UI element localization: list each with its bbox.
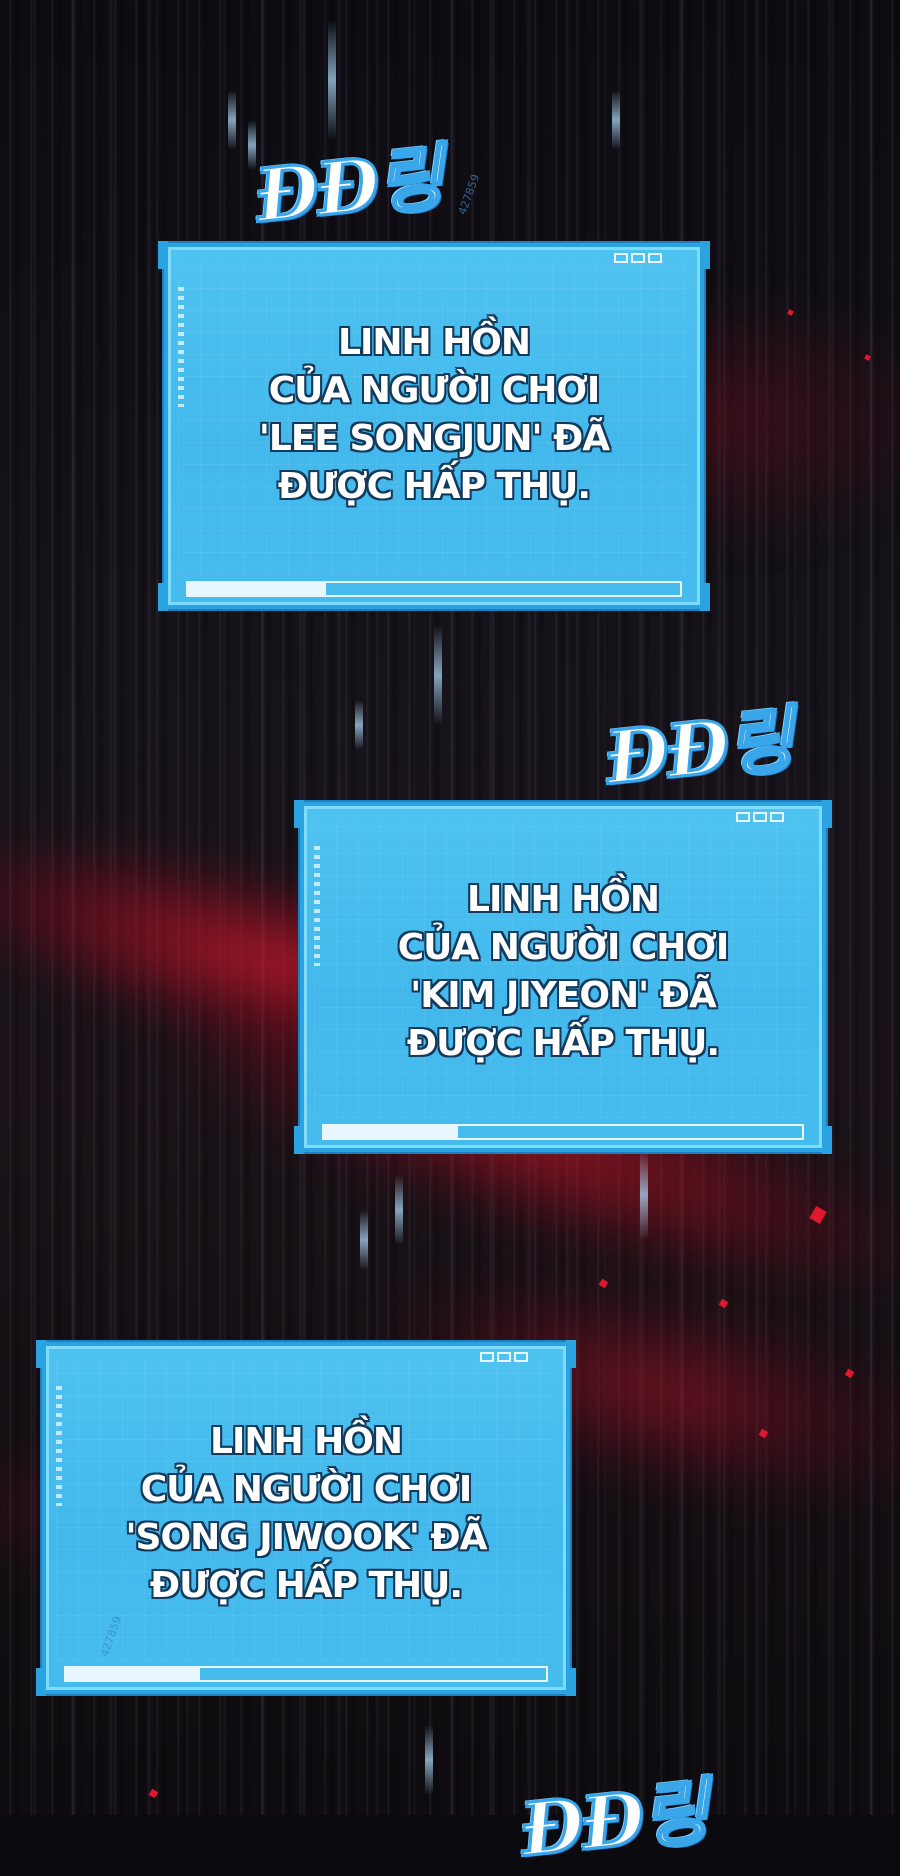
light-streak	[228, 90, 236, 150]
notification-message: LINH HỒN CỦA NGƯỜI CHƠI 'LEE SONGJUN' ĐÃ…	[168, 319, 700, 511]
panel-corner	[822, 800, 832, 828]
window-buttons	[480, 1352, 528, 1362]
message-line: CỦA NGƯỜI CHƠI	[140, 1469, 473, 1510]
sound-effect-text: ĐĐ링	[250, 133, 447, 240]
panel-corner	[566, 1668, 576, 1696]
message-line: 'SONG JIWOOK' ĐÃ	[125, 1517, 488, 1558]
panel-corner	[566, 1340, 576, 1368]
notification-message: LINH HỒN CỦA NGƯỜI CHƠI 'KIM JIYEON' ĐÃ …	[304, 876, 822, 1068]
panel-corner	[158, 583, 168, 611]
message-line: LINH HỒN	[210, 1421, 403, 1462]
panel-corner	[36, 1340, 46, 1368]
message-line: 'LEE SONGJUN' ĐÃ	[258, 418, 610, 459]
panel-corner	[700, 583, 710, 611]
panel-progress-bar	[322, 1124, 804, 1140]
message-line: ĐƯỢC HẤP THỤ.	[406, 1023, 720, 1064]
notification-message: LINH HỒN CỦA NGƯỜI CHƠI 'SONG JIWOOK' ĐÃ…	[46, 1418, 566, 1610]
light-streak	[395, 1175, 403, 1245]
panel-corner	[36, 1668, 46, 1696]
window-buttons	[614, 253, 662, 263]
panel-corner	[294, 1126, 304, 1154]
window-buttons	[736, 812, 784, 822]
message-line: CỦA NGƯỜI CHƠI	[268, 370, 601, 411]
light-streak	[425, 1725, 433, 1795]
message-line: LINH HỒN	[467, 879, 660, 920]
message-line: 'KIM JIYEON' ĐÃ	[410, 975, 716, 1016]
sound-effect-text: ĐĐ링	[600, 695, 797, 802]
panel-corner	[158, 241, 168, 269]
panel-corner	[700, 241, 710, 269]
light-streak	[434, 625, 442, 725]
panel-progress-bar	[64, 1666, 548, 1682]
message-line: ĐƯỢC HẤP THỤ.	[149, 1565, 463, 1606]
panel-corner	[294, 800, 304, 828]
panel-progress-bar	[186, 581, 682, 597]
light-streak	[640, 1150, 648, 1240]
panel-corner	[822, 1126, 832, 1154]
system-notification-panel: LINH HỒN CỦA NGƯỜI CHƠI 'LEE SONGJUN' ĐÃ…	[158, 241, 710, 611]
message-line: ĐƯỢC HẤP THỤ.	[277, 466, 591, 507]
system-notification-panel: LINH HỒN CỦA NGƯỜI CHƠI 'SONG JIWOOK' ĐÃ…	[36, 1340, 576, 1696]
light-streak	[612, 90, 620, 150]
light-streak	[360, 1210, 368, 1270]
light-streak	[355, 700, 363, 750]
message-line: LINH HỒN	[338, 322, 531, 363]
message-line: CỦA NGƯỜI CHƠI	[397, 927, 730, 968]
sound-effect-text: ĐĐ링	[515, 1767, 712, 1874]
system-notification-panel: LINH HỒN CỦA NGƯỜI CHƠI 'KIM JIYEON' ĐÃ …	[294, 800, 832, 1154]
light-streak	[328, 20, 336, 140]
